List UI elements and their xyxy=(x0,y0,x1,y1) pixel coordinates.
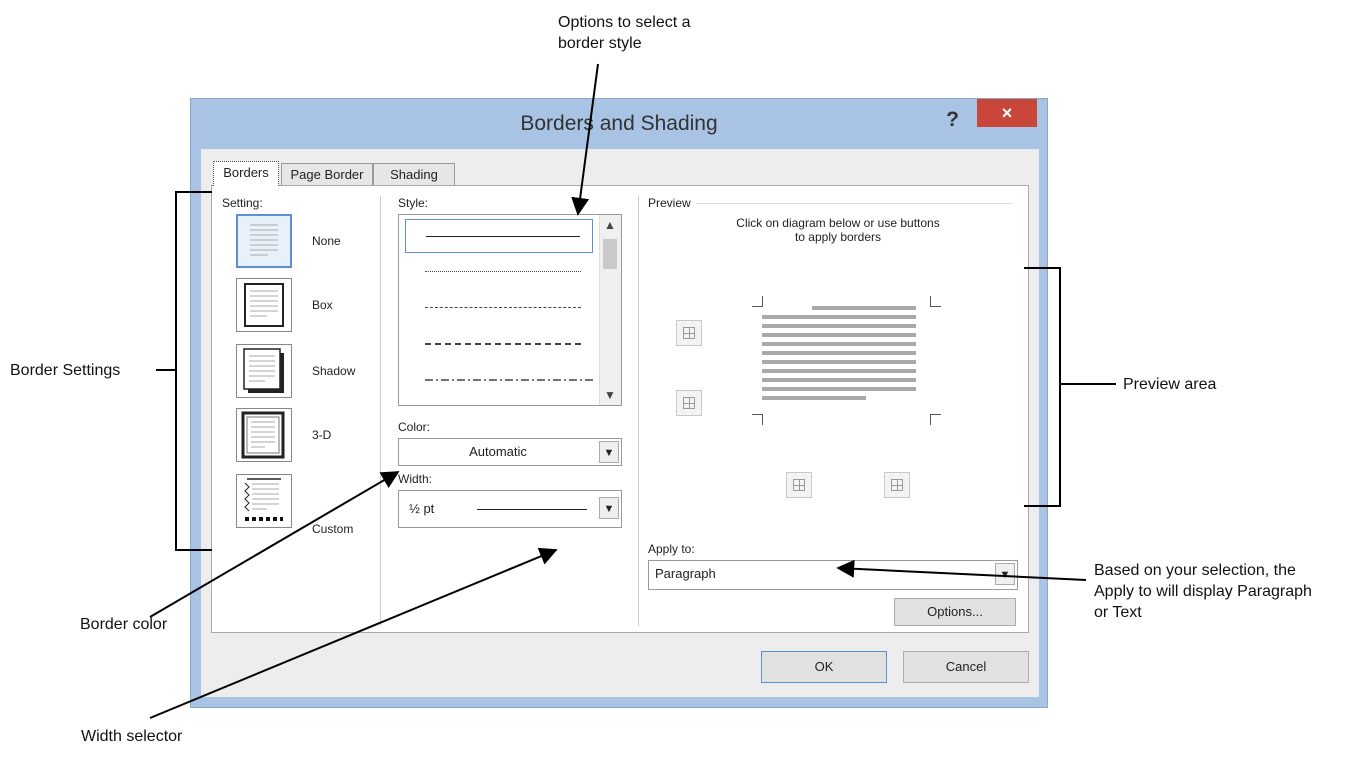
preview-line xyxy=(762,351,916,355)
separator-1 xyxy=(380,196,381,626)
close-button[interactable]: × xyxy=(977,99,1037,127)
preview-line xyxy=(762,378,916,382)
corner-top-right xyxy=(930,296,941,307)
setting-custom-icon xyxy=(244,478,283,521)
callout-width-selector: Width selector xyxy=(81,728,183,745)
style-item-solid[interactable] xyxy=(405,219,593,253)
ok-button[interactable]: OK xyxy=(761,651,887,683)
top-border-button[interactable] xyxy=(676,320,702,346)
dialog-title: Borders and Shading xyxy=(520,112,718,135)
width-value: ½ pt xyxy=(409,501,435,516)
apply-to-dropdown[interactable]: Paragraph ▼ xyxy=(648,560,1018,590)
scroll-down-icon[interactable]: ▼ xyxy=(600,385,620,405)
setting-custom-label: Custom xyxy=(312,522,354,536)
style-item-dash-dot[interactable] xyxy=(405,363,595,397)
preview-line xyxy=(762,315,916,319)
color-dropdown[interactable]: Automatic ▼ xyxy=(398,438,622,466)
tab-shading[interactable]: Shading xyxy=(373,163,455,185)
setting-3d-button[interactable] xyxy=(236,408,292,462)
chevron-down-icon[interactable]: ▼ xyxy=(599,441,619,463)
setting-none-label: None xyxy=(312,234,341,248)
borders-panel: Setting: None Box Shadow 3-D Custom Styl… xyxy=(211,185,1029,633)
options-button[interactable]: Options... xyxy=(894,598,1016,626)
help-button[interactable]: ? xyxy=(946,108,959,132)
apply-to-value: Paragraph xyxy=(655,566,716,581)
setting-none-button[interactable] xyxy=(236,214,292,268)
middle-border-button[interactable] xyxy=(676,390,702,416)
preview-line xyxy=(812,306,916,310)
preview-line xyxy=(762,387,916,391)
callout-border-settings: Border Settings xyxy=(10,362,121,379)
preview-line xyxy=(762,342,916,346)
setting-3d-icon xyxy=(241,411,285,459)
style-item-dashed[interactable] xyxy=(405,327,593,361)
style-label: Style: xyxy=(398,196,429,210)
cancel-button[interactable]: Cancel xyxy=(903,651,1029,683)
corner-bottom-left xyxy=(752,414,763,425)
preview-instruction: Click on diagram below or use buttons to… xyxy=(736,216,940,244)
tab-page-border[interactable]: Page Border xyxy=(281,163,373,185)
setting-none-icon xyxy=(250,224,278,256)
preview-label: Preview xyxy=(648,196,691,210)
apply-to-label: Apply to: xyxy=(648,542,695,556)
width-sample-line xyxy=(477,509,587,510)
scroll-thumb[interactable] xyxy=(603,239,617,269)
scroll-up-icon[interactable]: ▲ xyxy=(600,215,620,235)
width-dropdown[interactable]: ½ pt ▼ xyxy=(398,490,622,528)
setting-box-label: Box xyxy=(312,298,333,312)
setting-custom-button[interactable] xyxy=(236,474,292,528)
style-list[interactable]: ▲ ▼ xyxy=(398,214,622,406)
width-label: Width: xyxy=(398,472,433,486)
borders-shading-dialog: Borders and Shading ? × Borders Page Bor… xyxy=(190,98,1048,708)
callout-style-options: Options to select a border style xyxy=(558,14,691,52)
corner-top-left xyxy=(752,296,763,307)
preview-line xyxy=(762,360,916,364)
chevron-down-icon[interactable]: ▼ xyxy=(599,497,619,519)
preview-line xyxy=(762,396,866,400)
tab-borders[interactable]: Borders xyxy=(213,161,279,186)
setting-shadow-icon xyxy=(243,348,284,393)
callout-border-color: Border color xyxy=(80,616,168,633)
setting-box-button[interactable] xyxy=(236,278,292,332)
setting-label: Setting: xyxy=(222,196,263,210)
dash-dot-line xyxy=(425,379,595,381)
callout-apply-to-note: Based on your selection, the Apply to wi… xyxy=(1094,562,1312,621)
dialog-client: Borders Page Border Shading Setting: Non… xyxy=(201,149,1039,697)
setting-3d-label: 3-D xyxy=(312,428,332,442)
color-value: Automatic xyxy=(469,444,527,459)
preview-line xyxy=(762,324,916,328)
preview-line xyxy=(762,333,916,337)
style-item-fine-dashed[interactable] xyxy=(405,291,593,325)
color-label: Color: xyxy=(398,420,431,434)
style-item-dotted[interactable] xyxy=(405,255,593,289)
preview-line xyxy=(762,369,916,373)
setting-shadow-label: Shadow xyxy=(312,364,356,378)
preview-diagram[interactable] xyxy=(752,296,952,436)
style-scrollbar[interactable]: ▲ ▼ xyxy=(599,215,621,405)
chevron-down-icon[interactable]: ▼ xyxy=(995,563,1015,585)
preview-header-rule xyxy=(696,203,1012,204)
setting-shadow-button[interactable] xyxy=(236,344,292,398)
setting-box-icon xyxy=(244,283,284,327)
separator-2 xyxy=(638,196,639,626)
corner-bottom-right xyxy=(930,414,941,425)
right-border-button[interactable] xyxy=(884,472,910,498)
callout-preview-area: Preview area xyxy=(1123,376,1217,393)
left-border-button[interactable] xyxy=(786,472,812,498)
